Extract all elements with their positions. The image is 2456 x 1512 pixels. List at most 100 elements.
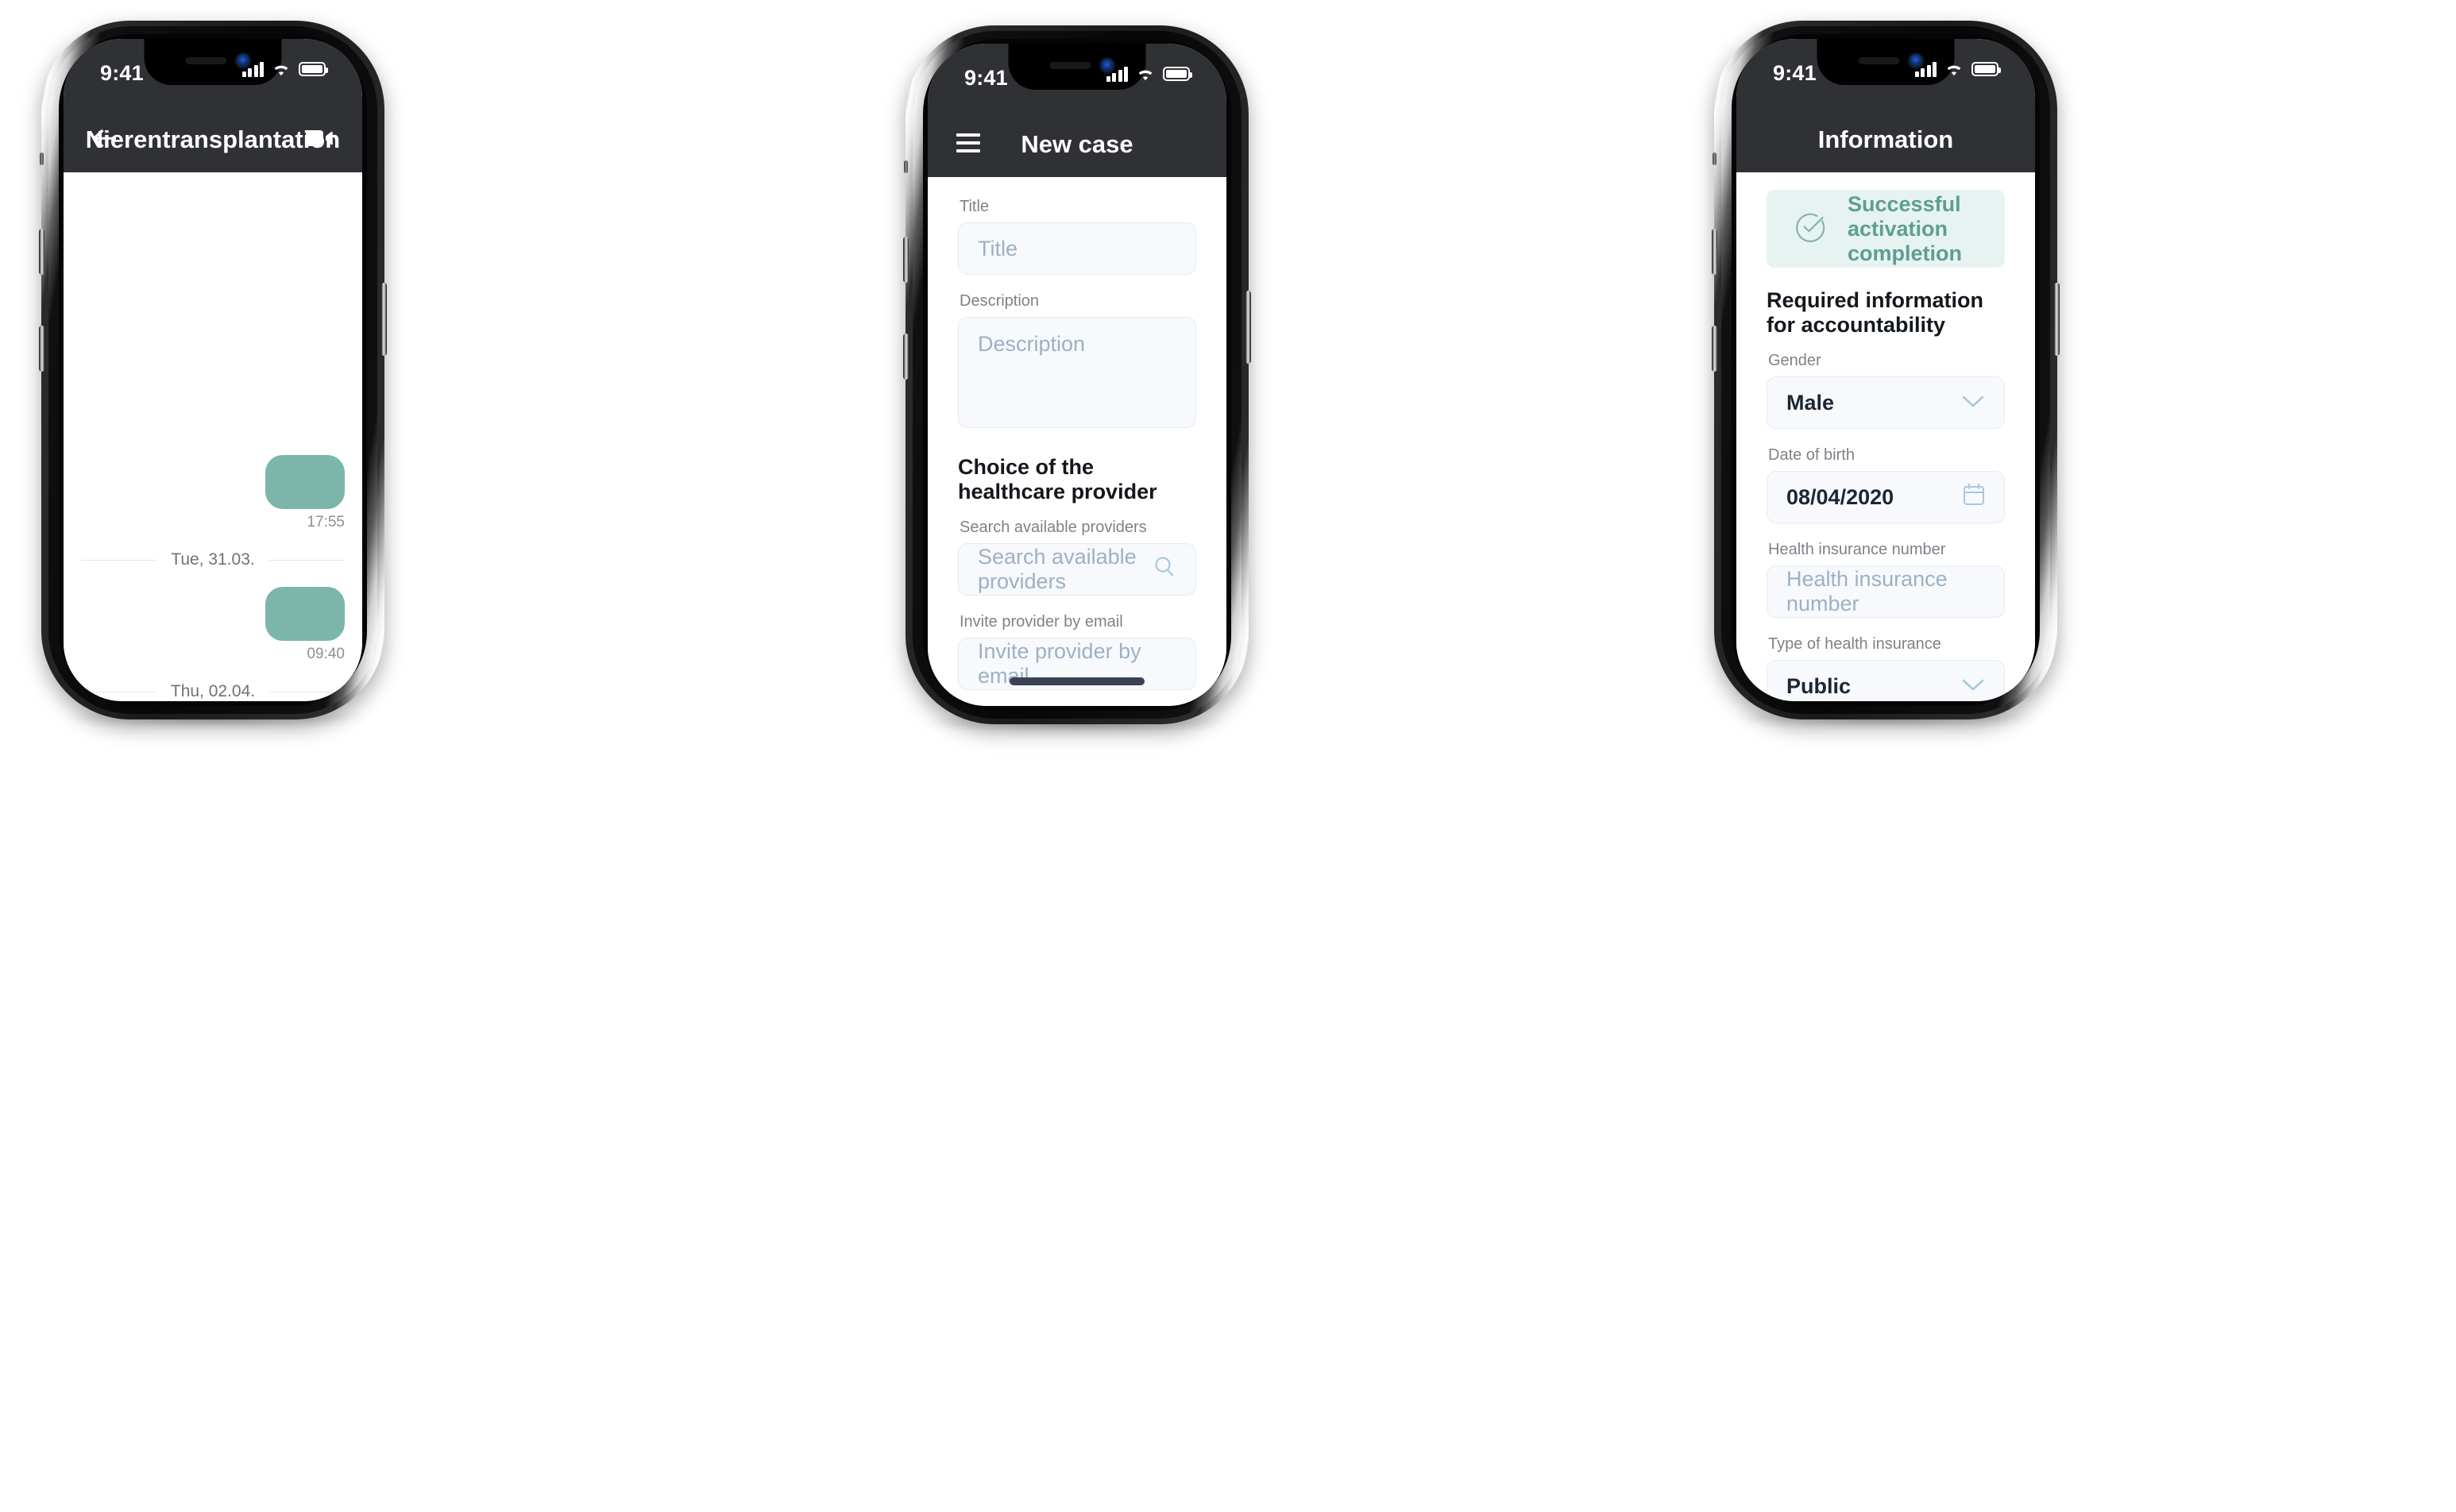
- battery-icon: [1971, 62, 2001, 76]
- signal-icon: [1106, 66, 1128, 82]
- wifi-icon: [1136, 67, 1155, 81]
- phone-device-chat: 9:41 Nierentransplantation 17:55 Tue, 31…: [39, 21, 387, 727]
- mute-switch[interactable]: [40, 152, 44, 165]
- field-title: Title Title: [958, 198, 1196, 275]
- video-camera-icon[interactable]: [305, 128, 334, 152]
- chat-body: 17:55 Tue, 31.03. 09:40 Thu, 02.04.: [64, 172, 362, 701]
- message-list[interactable]: 17:55 Tue, 31.03. 09:40 Thu, 02.04.: [64, 172, 362, 701]
- gender-select[interactable]: Male: [1767, 376, 2005, 429]
- new-case-navbar: New case: [928, 112, 1226, 177]
- hamburger-menu-icon[interactable]: [956, 133, 983, 157]
- field-type-of-health-insurance: Type of health insurance Public: [1767, 635, 2005, 701]
- screen-new-case: 9:41 New case Title Title Description De…: [928, 44, 1226, 706]
- wifi-icon: [1944, 62, 1964, 76]
- description-textarea[interactable]: Description: [958, 317, 1196, 428]
- day-separator: Thu, 02.04.: [81, 682, 345, 701]
- battery-icon: [1163, 67, 1192, 81]
- screen-information: 9:41 Information Successful activation c…: [1736, 39, 2035, 701]
- mute-switch[interactable]: [904, 160, 908, 173]
- field-health-insurance-number: Health insurance number Health insurance…: [1767, 541, 2005, 618]
- search-icon[interactable]: [1153, 555, 1176, 584]
- power-button[interactable]: [381, 283, 387, 356]
- status-bar: 9:41: [1736, 39, 2035, 107]
- phone-device-new-case: 9:41 New case Title Title Description De…: [903, 25, 1251, 732]
- field-label: Search available providers: [960, 519, 1147, 536]
- earpiece-speaker: [1858, 57, 1900, 64]
- section-heading-provider: Choice of the healthcare provider: [958, 455, 1157, 503]
- health-insurance-number-input[interactable]: Health insurance number: [1767, 565, 2005, 618]
- status-bar: 9:41: [928, 44, 1226, 112]
- message-timestamp: 17:55: [307, 514, 345, 530]
- page-title: Information: [1817, 125, 1954, 153]
- power-button[interactable]: [1245, 291, 1251, 364]
- field-label: Invite provider by email: [960, 613, 1123, 631]
- field-label: Health insurance number: [1768, 541, 1946, 558]
- phone-mockup-stage: 9:41 Nierentransplantation 17:55 Tue, 31…: [0, 0, 2456, 1512]
- volume-down-button[interactable]: [1712, 326, 1717, 372]
- field-description: Description Description: [958, 292, 1196, 428]
- chat-bubble[interactable]: [265, 455, 345, 509]
- status-icons: [1914, 61, 2001, 77]
- field-label: Type of health insurance: [1768, 635, 1941, 653]
- day-separator: Tue, 31.03.: [81, 550, 345, 569]
- status-time: 9:41: [1773, 61, 1817, 85]
- earpiece-speaker: [1049, 62, 1091, 69]
- status-icons: [241, 61, 328, 77]
- field-label: Description: [960, 292, 1040, 310]
- date-of-birth-value: 08/04/2020: [1786, 484, 1894, 509]
- home-indicator-area: [928, 657, 1226, 706]
- message-timestamp: 09:40: [307, 646, 345, 662]
- insurance-type-select[interactable]: Public: [1767, 660, 2005, 701]
- wifi-icon: [272, 62, 291, 76]
- status-banner-success: Successful activation completion: [1767, 190, 2005, 268]
- home-indicator[interactable]: [1010, 677, 1145, 685]
- chevron-down-icon[interactable]: [1961, 391, 1985, 415]
- information-form[interactable]: Successful activation completion Require…: [1736, 172, 2035, 701]
- day-separator-label: Thu, 02.04.: [170, 682, 256, 700]
- separator-line-left: [81, 559, 157, 561]
- phone-device-information: 9:41 Information Successful activation c…: [1712, 21, 2060, 727]
- search-placeholder: Search available providers: [978, 545, 1137, 593]
- screen-chat: 9:41 Nierentransplantation 17:55 Tue, 31…: [64, 39, 362, 701]
- calendar-icon[interactable]: [1963, 483, 1985, 512]
- chat-navbar: Nierentransplantation: [64, 107, 362, 172]
- mute-switch[interactable]: [1713, 152, 1716, 165]
- separator-line-right: [268, 559, 345, 561]
- earpiece-speaker: [185, 57, 227, 64]
- power-button[interactable]: [2054, 283, 2060, 356]
- message-out-2[interactable]: 09:40: [81, 587, 345, 663]
- new-case-form: Title Title Description Description Choi…: [928, 177, 1226, 706]
- title-input[interactable]: Title: [958, 222, 1196, 275]
- back-arrow-icon[interactable]: [92, 128, 118, 152]
- status-bar: 9:41: [64, 39, 362, 107]
- chat-bubble[interactable]: [265, 587, 345, 641]
- field-date-of-birth: Date of birth 08/04/2020: [1767, 446, 2005, 523]
- section-heading-accountability: Required information for accountability: [1767, 288, 1984, 337]
- volume-up-button[interactable]: [39, 229, 44, 275]
- battery-icon: [299, 62, 328, 76]
- insurance-type-value: Public: [1786, 673, 1852, 698]
- volume-up-button[interactable]: [903, 237, 909, 283]
- status-icons: [1106, 66, 1192, 82]
- volume-up-button[interactable]: [1712, 229, 1717, 275]
- volume-down-button[interactable]: [39, 326, 44, 372]
- status-time: 9:41: [964, 66, 1008, 90]
- status-banner-text: Successful activation completion: [1848, 191, 1963, 265]
- chevron-down-icon[interactable]: [1961, 674, 1985, 699]
- day-separator-label: Tue, 31.03.: [171, 550, 255, 569]
- status-time: 9:41: [100, 61, 144, 85]
- check-circle-icon: [1794, 210, 1827, 248]
- signal-icon: [241, 61, 264, 77]
- information-navbar: Information: [1736, 107, 2035, 172]
- search-providers-input[interactable]: Search available providers: [958, 543, 1196, 596]
- signal-icon: [1914, 61, 1937, 77]
- field-gender: Gender Male: [1767, 352, 2005, 429]
- field-label: Title: [960, 198, 990, 215]
- volume-down-button[interactable]: [903, 334, 909, 380]
- date-of-birth-input[interactable]: 08/04/2020: [1767, 471, 2005, 523]
- gender-value: Male: [1786, 390, 1835, 415]
- message-out-1[interactable]: 17:55: [81, 455, 345, 531]
- field-label: Date of birth: [1768, 446, 1855, 464]
- field-search-providers: Search available providers Search availa…: [958, 519, 1196, 596]
- field-label: Gender: [1768, 352, 1821, 369]
